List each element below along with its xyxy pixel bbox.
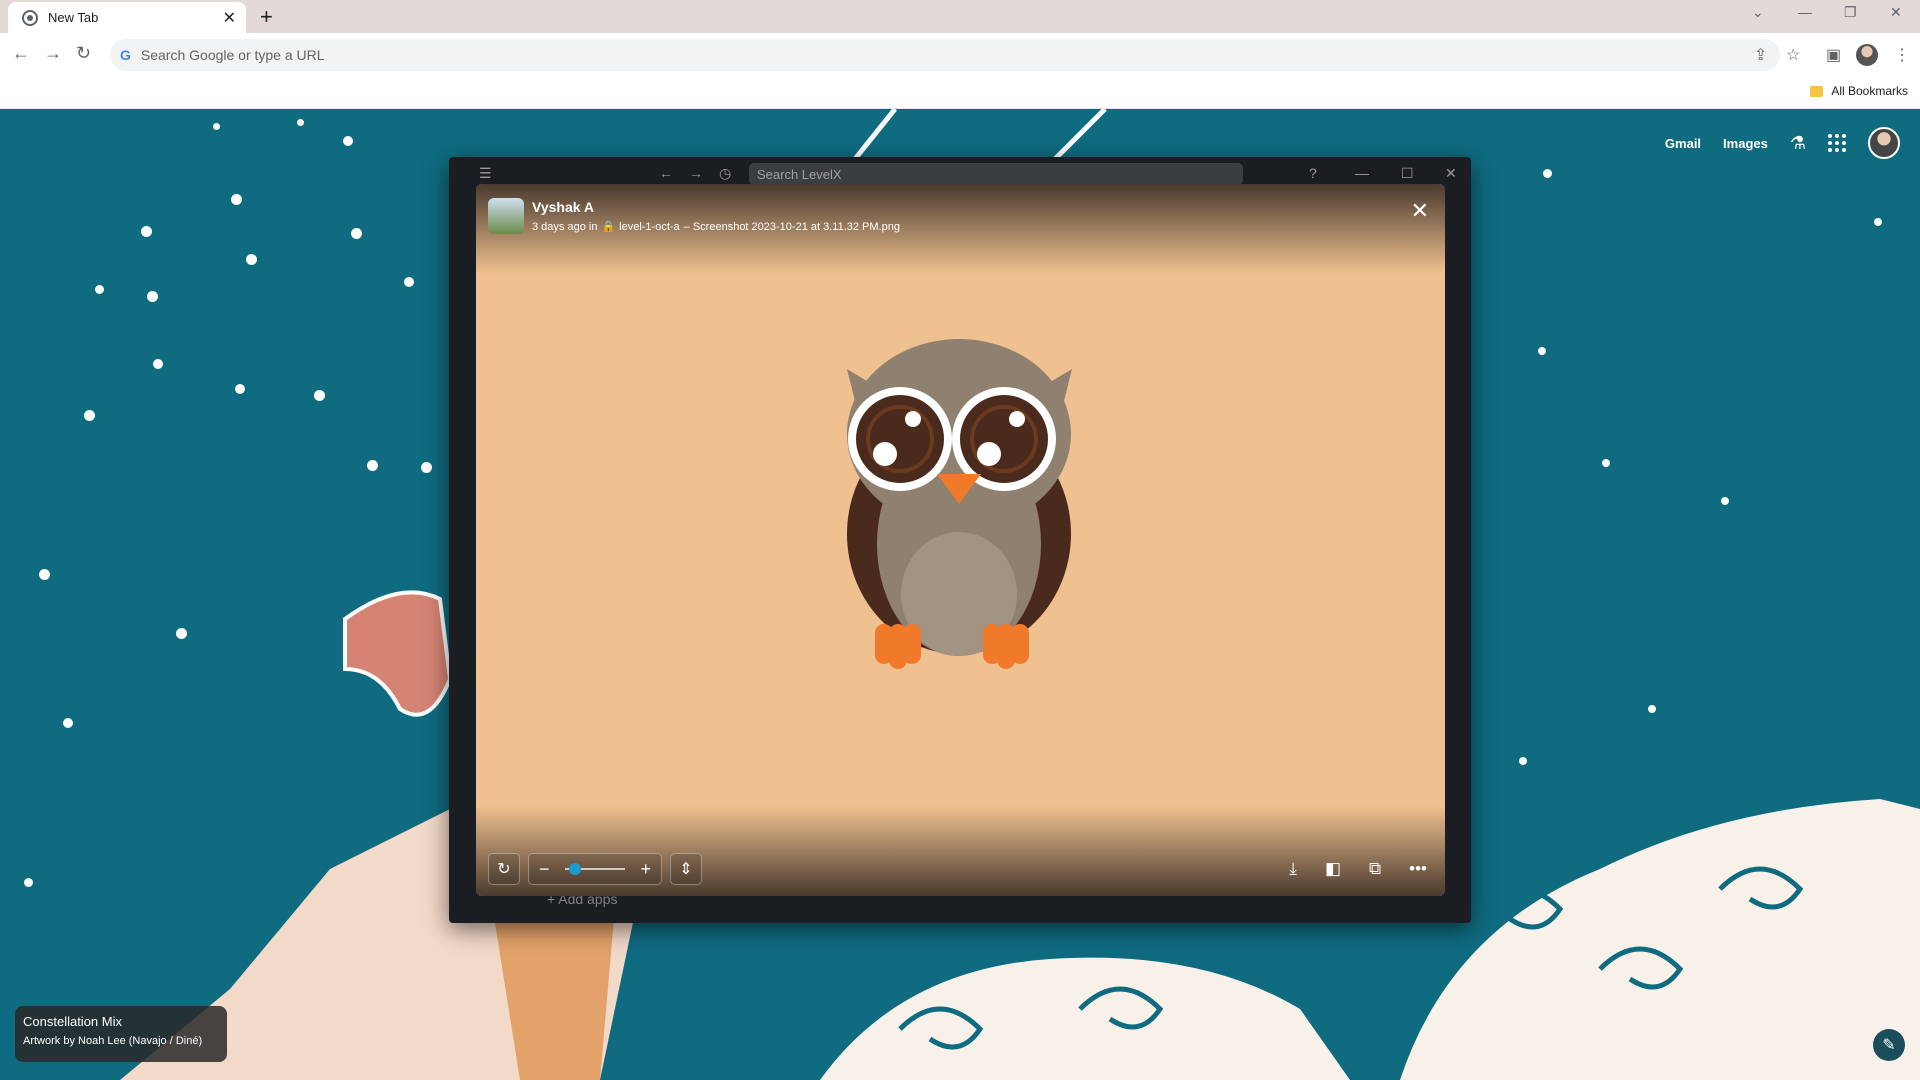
image-viewer-modal: Vyshak A 3 days ago in 🔒 level-1-oct-a –… xyxy=(476,184,1445,896)
file-name: – Screenshot 2023-10-21 at 3.11.32 PM.pn… xyxy=(683,220,900,233)
tab-close-icon[interactable]: ✕ xyxy=(223,8,236,28)
star xyxy=(231,194,242,205)
tab-strip: New Tab ✕ + ⌄ — ❐ ✕ xyxy=(0,0,1920,33)
star xyxy=(351,228,362,239)
forward-icon[interactable]: → xyxy=(44,43,62,64)
new-tab-button[interactable]: + xyxy=(260,4,273,30)
zoom-slider-knob[interactable] xyxy=(569,863,581,875)
bookmark-star-icon[interactable]: ☆ xyxy=(1786,45,1800,65)
customize-pencil-icon[interactable]: ✎ xyxy=(1873,1029,1905,1061)
star xyxy=(343,136,353,146)
attribution-artist: Artwork by Noah Lee (Navajo / Diné) xyxy=(23,1035,203,1047)
side-panel-icon[interactable]: ▣ xyxy=(1826,45,1841,65)
google-icon: G xyxy=(120,47,131,63)
star xyxy=(24,878,33,887)
star xyxy=(314,390,325,401)
star xyxy=(176,628,187,639)
attribution-title: Constellation Mix xyxy=(23,1014,122,1029)
window-close-button[interactable]: ✕ xyxy=(1890,4,1902,21)
rotate-icon[interactable]: ↻ xyxy=(488,853,520,885)
fit-to-screen-icon[interactable]: ⇕ xyxy=(670,853,702,885)
star xyxy=(246,254,257,265)
star xyxy=(84,410,95,421)
bookmarks-bar: All Bookmarks xyxy=(0,77,1920,109)
star xyxy=(1602,459,1610,467)
ntp-profile-avatar[interactable] xyxy=(1868,127,1900,159)
labs-flask-icon[interactable]: ⚗ xyxy=(1790,133,1806,154)
star xyxy=(39,569,50,580)
upload-time: 3 days ago in xyxy=(532,220,598,233)
tab-new-tab[interactable]: New Tab ✕ xyxy=(8,2,246,33)
star xyxy=(141,226,152,237)
channel-link[interactable]: level-1-oct-a xyxy=(619,221,680,233)
zoom-out-icon[interactable]: − xyxy=(539,859,550,880)
star xyxy=(153,359,163,369)
app-back-icon[interactable]: ← xyxy=(659,165,673,181)
artwork-attribution[interactable]: Constellation Mix Artwork by Noah Lee (N… xyxy=(15,1006,227,1062)
star xyxy=(235,384,245,394)
uploader-name[interactable]: Vyshak A xyxy=(532,199,594,215)
more-actions-icon[interactable]: ••• xyxy=(1409,859,1427,879)
file-meta: 3 days ago in 🔒 level-1-oct-a – Screensh… xyxy=(532,220,900,234)
address-bar[interactable]: G xyxy=(110,39,1780,71)
owl-image xyxy=(847,339,1072,669)
all-bookmarks-label: All Bookmarks xyxy=(1831,84,1908,98)
history-icon[interactable]: ◷ xyxy=(719,165,731,182)
star xyxy=(1519,757,1527,765)
chrome-icon xyxy=(22,9,38,26)
star xyxy=(213,123,220,130)
open-in-sidebar-icon[interactable]: ◧ xyxy=(1325,859,1341,879)
hamburger-icon[interactable]: ☰ xyxy=(479,165,492,182)
app-close-button[interactable]: ✕ xyxy=(1445,165,1457,182)
tab-search-icon[interactable]: ⌄ xyxy=(1752,4,1764,21)
star xyxy=(404,277,414,287)
profile-avatar[interactable] xyxy=(1856,44,1878,66)
download-icon[interactable]: ⤓ xyxy=(1289,859,1297,879)
help-icon[interactable]: ? xyxy=(1309,165,1317,181)
star xyxy=(421,462,432,473)
star xyxy=(367,460,378,471)
images-link[interactable]: Images xyxy=(1723,136,1768,151)
star xyxy=(95,285,104,294)
google-apps-icon[interactable] xyxy=(1828,134,1846,152)
star xyxy=(147,291,158,302)
gmail-link[interactable]: Gmail xyxy=(1665,136,1701,151)
share-icon[interactable]: ⇪ xyxy=(1754,45,1767,65)
app-forward-icon[interactable]: → xyxy=(689,165,703,181)
viewer-toolbar: ↻ − + ⇕ xyxy=(488,853,702,885)
tab-title: New Tab xyxy=(48,10,99,25)
browser-toolbar: ← → ↻ G ⇪ ☆ ▣ ⋮ xyxy=(0,33,1920,77)
open-in-new-window-icon[interactable]: ⧉ xyxy=(1369,859,1381,879)
menu-icon[interactable]: ⋮ xyxy=(1894,45,1910,65)
star xyxy=(1543,169,1552,178)
minimize-button[interactable]: — xyxy=(1798,4,1812,20)
zoom-slider[interactable] xyxy=(565,863,625,875)
viewer-actions: ⤓ ◧ ⧉ ••• xyxy=(1289,859,1427,879)
zoom-in-icon[interactable]: + xyxy=(640,859,651,880)
folder-icon xyxy=(1810,85,1824,97)
reload-icon[interactable]: ↻ xyxy=(76,43,91,64)
star xyxy=(1538,347,1546,355)
restore-button[interactable]: ❐ xyxy=(1844,4,1857,21)
lock-icon: 🔒 xyxy=(601,221,616,233)
zoom-control: − + xyxy=(528,853,662,885)
star xyxy=(1648,705,1656,713)
omnibox-input[interactable] xyxy=(140,47,1641,63)
ntp-header-links: Gmail Images ⚗ xyxy=(1665,127,1900,159)
star xyxy=(63,718,73,728)
app-search-input[interactable]: Search LevelX xyxy=(749,163,1243,185)
viewer-close-icon[interactable]: ✕ xyxy=(1411,198,1429,224)
app-minimize-button[interactable]: — xyxy=(1355,165,1369,181)
star xyxy=(1874,218,1882,226)
app-maximize-button[interactable]: ☐ xyxy=(1401,165,1414,182)
uploader-avatar[interactable] xyxy=(488,198,524,234)
back-icon[interactable]: ← xyxy=(12,43,30,64)
star xyxy=(297,119,304,126)
all-bookmarks-button[interactable]: All Bookmarks xyxy=(1810,84,1908,98)
star xyxy=(1721,497,1729,505)
